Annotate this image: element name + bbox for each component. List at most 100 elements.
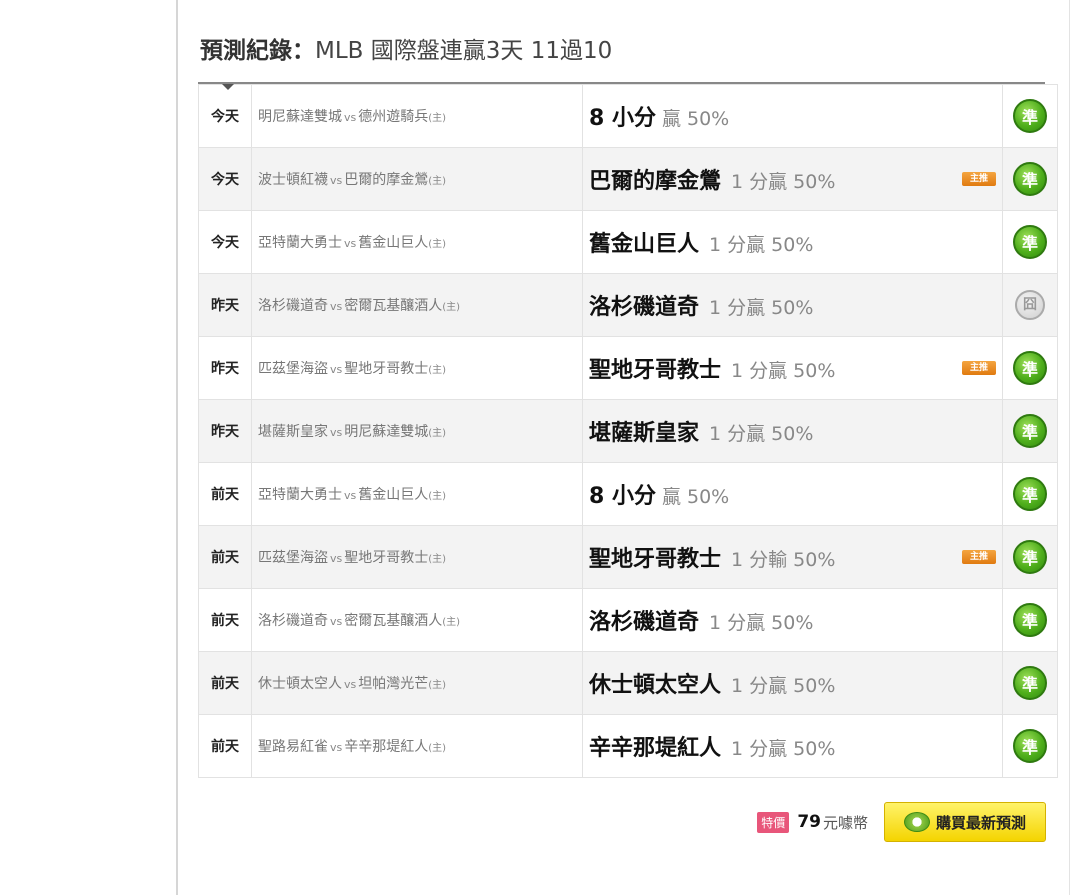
row-day: 前天 [198,462,252,526]
host-marker: (主) [428,428,447,439]
row-pick: 休士頓太空人 1 分贏 50% [582,651,1003,715]
host-marker: (主) [428,680,447,691]
purchase-footer: 特價 79 元噱幣 購買最新預測 [757,802,1046,842]
buy-button-label: 購買最新預測 [935,813,1026,832]
host-marker: (主) [428,176,447,187]
row-result: 囧 [1002,273,1058,337]
home-team: 巴爾的摩金鶯 [344,172,429,188]
pick-detail: 1 分贏 [731,738,788,760]
away-team: 洛杉磯道奇 [258,298,328,314]
prediction-row: 今天 明尼蘇達雙城 vs 德州遊騎兵(主) 8 小分贏 50% 準 [198,84,1058,148]
pick-detail: 1 分贏 [709,234,766,256]
row-pick: 辛辛那堤紅人 1 分贏 50% [582,714,1003,778]
row-pick: 洛杉磯道奇 1 分贏 50% [582,273,1003,337]
result-push-icon: 囧 [1015,290,1045,320]
pick-percent: 50% [793,549,836,571]
pick-percent: 50% [793,171,836,193]
away-team: 匹茲堡海盜 [258,361,328,377]
row-pick: 8 小分贏 50% [582,462,1003,526]
row-result: 準 [1002,525,1058,589]
row-matchup: 匹茲堡海盜 vs 聖地牙哥教士(主) [251,336,583,400]
price-unit: 元噱幣 [822,813,868,832]
vs-label: vs [344,111,357,124]
row-result: 準 [1002,399,1058,463]
prediction-row: 昨天 堪薩斯皇家 vs 明尼蘇達雙城(主) 堪薩斯皇家 1 分贏 50% 準 [198,399,1058,463]
row-matchup: 明尼蘇達雙城 vs 德州遊騎兵(主) [251,84,583,148]
away-team: 休士頓太空人 [258,676,342,692]
row-pick: 堪薩斯皇家 1 分贏 50% [582,399,1003,463]
host-marker: (主) [428,554,447,565]
row-day: 昨天 [198,399,252,463]
right-divider [1069,0,1070,895]
price-value: 79 [797,812,821,832]
special-price-tag: 特價 [757,811,790,833]
pick-detail: 1 分輸 [731,549,788,571]
prediction-row: 前天 洛杉磯道奇 vs 密爾瓦基釀酒人(主) 洛杉磯道奇 1 分贏 50% 準 [198,588,1058,652]
pick-percent: 贏 50% [661,486,730,508]
row-result: 準 [1002,84,1058,148]
row-day: 今天 [198,210,252,274]
away-team: 波士頓紅襪 [258,172,328,188]
result-win-icon: 準 [1013,603,1047,637]
home-team: 辛辛那堤紅人 [344,739,429,755]
pick-detail: 1 分贏 [731,171,788,193]
row-result: 準 [1002,462,1058,526]
vs-label: vs [330,615,343,628]
row-result: 準 [1002,588,1058,652]
host-marker: (主) [442,302,461,313]
vs-label: vs [330,741,343,754]
prediction-row: 前天 匹茲堡海盜 vs 聖地牙哥教士(主) 聖地牙哥教士 1 分輸 50% 主推準 [198,525,1058,589]
prediction-row: 今天 亞特蘭大勇士 vs 舊金山巨人(主) 舊金山巨人 1 分贏 50% 準 [198,210,1058,274]
vs-label: vs [344,678,357,691]
host-marker: (主) [428,365,447,376]
buy-latest-prediction-button[interactable]: 購買最新預測 [884,802,1046,842]
vs-label: vs [330,363,343,376]
prediction-row: 前天 亞特蘭大勇士 vs 舊金山巨人(主) 8 小分贏 50% 準 [198,462,1058,526]
home-team: 舊金山巨人 [358,487,429,503]
pick-team: 巴爾的摩金鶯 [589,169,722,194]
vs-label: vs [330,552,343,565]
result-win-icon: 準 [1013,414,1047,448]
title-league-streak: MLB 國際盤連贏3天 [315,38,524,64]
home-team: 舊金山巨人 [358,235,429,251]
row-day: 前天 [198,588,252,652]
pick-team: 舊金山巨人 [589,232,700,257]
pick-team: 休士頓太空人 [589,673,722,698]
row-matchup: 亞特蘭大勇士 vs 舊金山巨人(主) [251,462,583,526]
away-team: 聖路易紅雀 [258,739,328,755]
pick-team: 洛杉磯道奇 [589,295,700,320]
result-win-icon: 準 [1013,225,1047,259]
pick-detail: 1 分贏 [709,297,766,319]
away-team: 洛杉磯道奇 [258,613,328,629]
vs-label: vs [330,426,343,439]
home-team: 聖地牙哥教士 [344,361,429,377]
pick-percent: 贏 50% [661,108,730,130]
result-win-icon: 準 [1013,540,1047,574]
pick-percent: 50% [771,612,814,634]
pick-team: 聖地牙哥教士 [589,547,722,572]
vs-label: vs [330,174,343,187]
master-pick-badge: 主推 [962,550,996,564]
result-win-icon: 準 [1013,99,1047,133]
pick-percent: 50% [771,423,814,445]
master-pick-badge: 主推 [962,172,996,186]
home-team: 密爾瓦基釀酒人 [344,613,443,629]
row-pick: 聖地牙哥教士 1 分輸 50% 主推 [582,525,1003,589]
title-record: 11過10 [530,38,613,64]
result-win-icon: 準 [1013,351,1047,385]
row-day: 前天 [198,714,252,778]
row-day: 前天 [198,651,252,715]
result-win-icon: 準 [1013,729,1047,763]
prediction-record-title: 預測紀錄：MLB 國際盤連贏3天 11過10 [200,34,612,68]
row-result: 準 [1002,147,1058,211]
host-marker: (主) [428,743,447,754]
row-matchup: 休士頓太空人 vs 坦帕灣光芒(主) [251,651,583,715]
home-team: 密爾瓦基釀酒人 [344,298,443,314]
row-result: 準 [1002,651,1058,715]
row-pick: 巴爾的摩金鶯 1 分贏 50% 主推 [582,147,1003,211]
prediction-row: 昨天 匹茲堡海盜 vs 聖地牙哥教士(主) 聖地牙哥教士 1 分贏 50% 主推準 [198,336,1058,400]
row-day: 今天 [198,84,252,148]
pick-team: 8 小分 [589,484,656,509]
master-pick-badge: 主推 [962,361,996,375]
prediction-table: 今天 明尼蘇達雙城 vs 德州遊騎兵(主) 8 小分贏 50% 準今天 波士頓紅襪 vs 巴爾的… [198,82,1058,778]
